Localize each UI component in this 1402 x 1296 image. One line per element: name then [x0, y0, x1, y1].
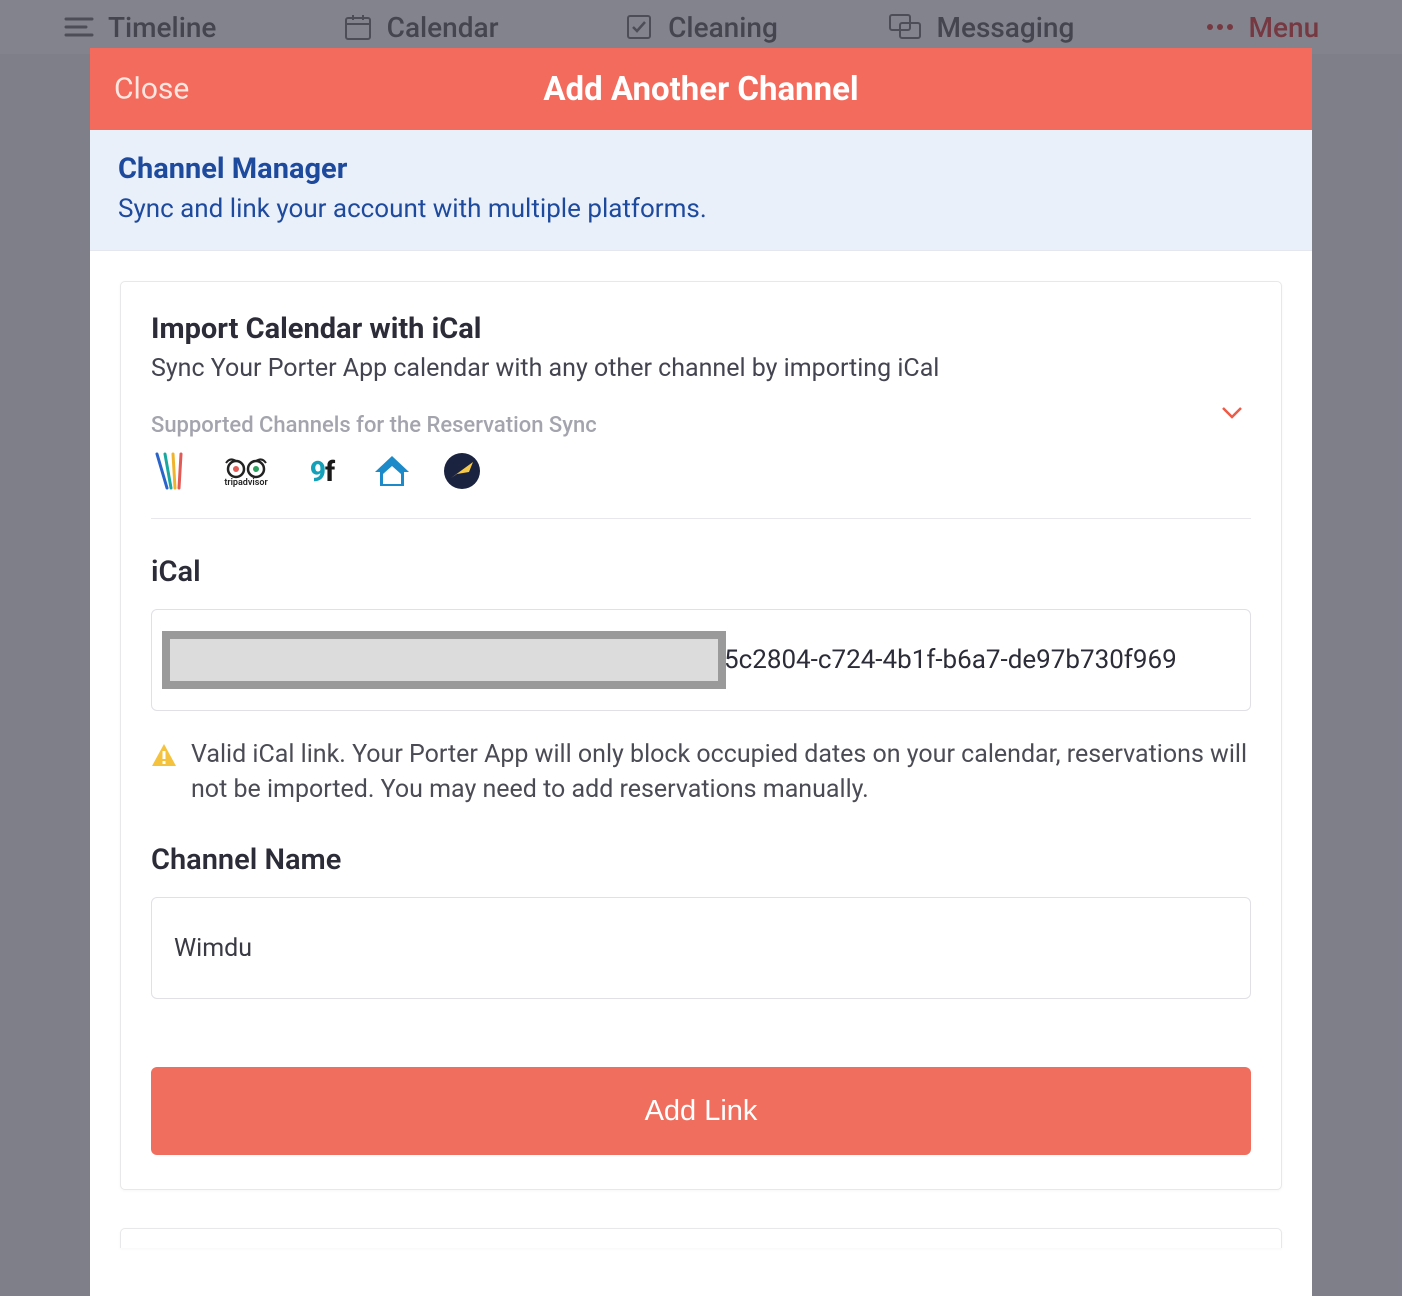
expedia-logo-icon: [443, 452, 481, 490]
vrbo-logo-icon: [151, 452, 189, 490]
close-button[interactable]: Close: [114, 72, 189, 107]
modal-title: Add Another Channel: [543, 70, 858, 109]
supported-channels-label: Supported Channels for the Reservation S…: [151, 413, 1251, 438]
supported-channels-row: Supported Channels for the Reservation S…: [151, 413, 1251, 490]
subheader-title: Channel Manager: [118, 152, 1284, 186]
tripadvisor-logo-icon: tripadvisor: [221, 452, 271, 490]
separator: [151, 518, 1251, 519]
ical-label: iCal: [151, 555, 1251, 589]
9flats-logo-icon: 9f: [303, 452, 341, 490]
ical-url-input[interactable]: 5c2804-c724-4b1f-b6a7-de97b730f969: [151, 609, 1251, 711]
channel-name-input[interactable]: [151, 897, 1251, 999]
channel-name-label: Channel Name: [151, 843, 1251, 877]
ical-redacted-segment: [162, 631, 726, 689]
supported-channel-logos: tripadvisor 9f: [151, 452, 1251, 490]
ical-validation-message: Valid iCal link. Your Porter App will on…: [151, 737, 1251, 807]
homeaway-logo-icon: [373, 452, 411, 490]
modal-header: Close Add Another Channel: [90, 48, 1312, 130]
import-title: Import Calendar with iCal: [151, 312, 1251, 346]
import-ical-card: Import Calendar with iCal Sync Your Port…: [120, 281, 1282, 1190]
ical-url-tail: 5c2804-c724-4b1f-b6a7-de97b730f969: [724, 645, 1177, 675]
warning-icon: [151, 743, 177, 771]
import-subtitle: Sync Your Porter App calendar with any o…: [151, 354, 1251, 383]
modal-body: Import Calendar with iCal Sync Your Port…: [90, 251, 1312, 1296]
chevron-down-icon[interactable]: [1219, 399, 1245, 425]
add-channel-modal: Close Add Another Channel Channel Manage…: [90, 48, 1312, 1296]
add-link-button[interactable]: Add Link: [151, 1067, 1251, 1155]
validation-text: Valid iCal link. Your Porter App will on…: [191, 737, 1251, 807]
modal-subheader: Channel Manager Sync and link your accou…: [90, 130, 1312, 251]
next-card-peek: [120, 1228, 1282, 1248]
subheader-subtitle: Sync and link your account with multiple…: [118, 194, 1284, 224]
